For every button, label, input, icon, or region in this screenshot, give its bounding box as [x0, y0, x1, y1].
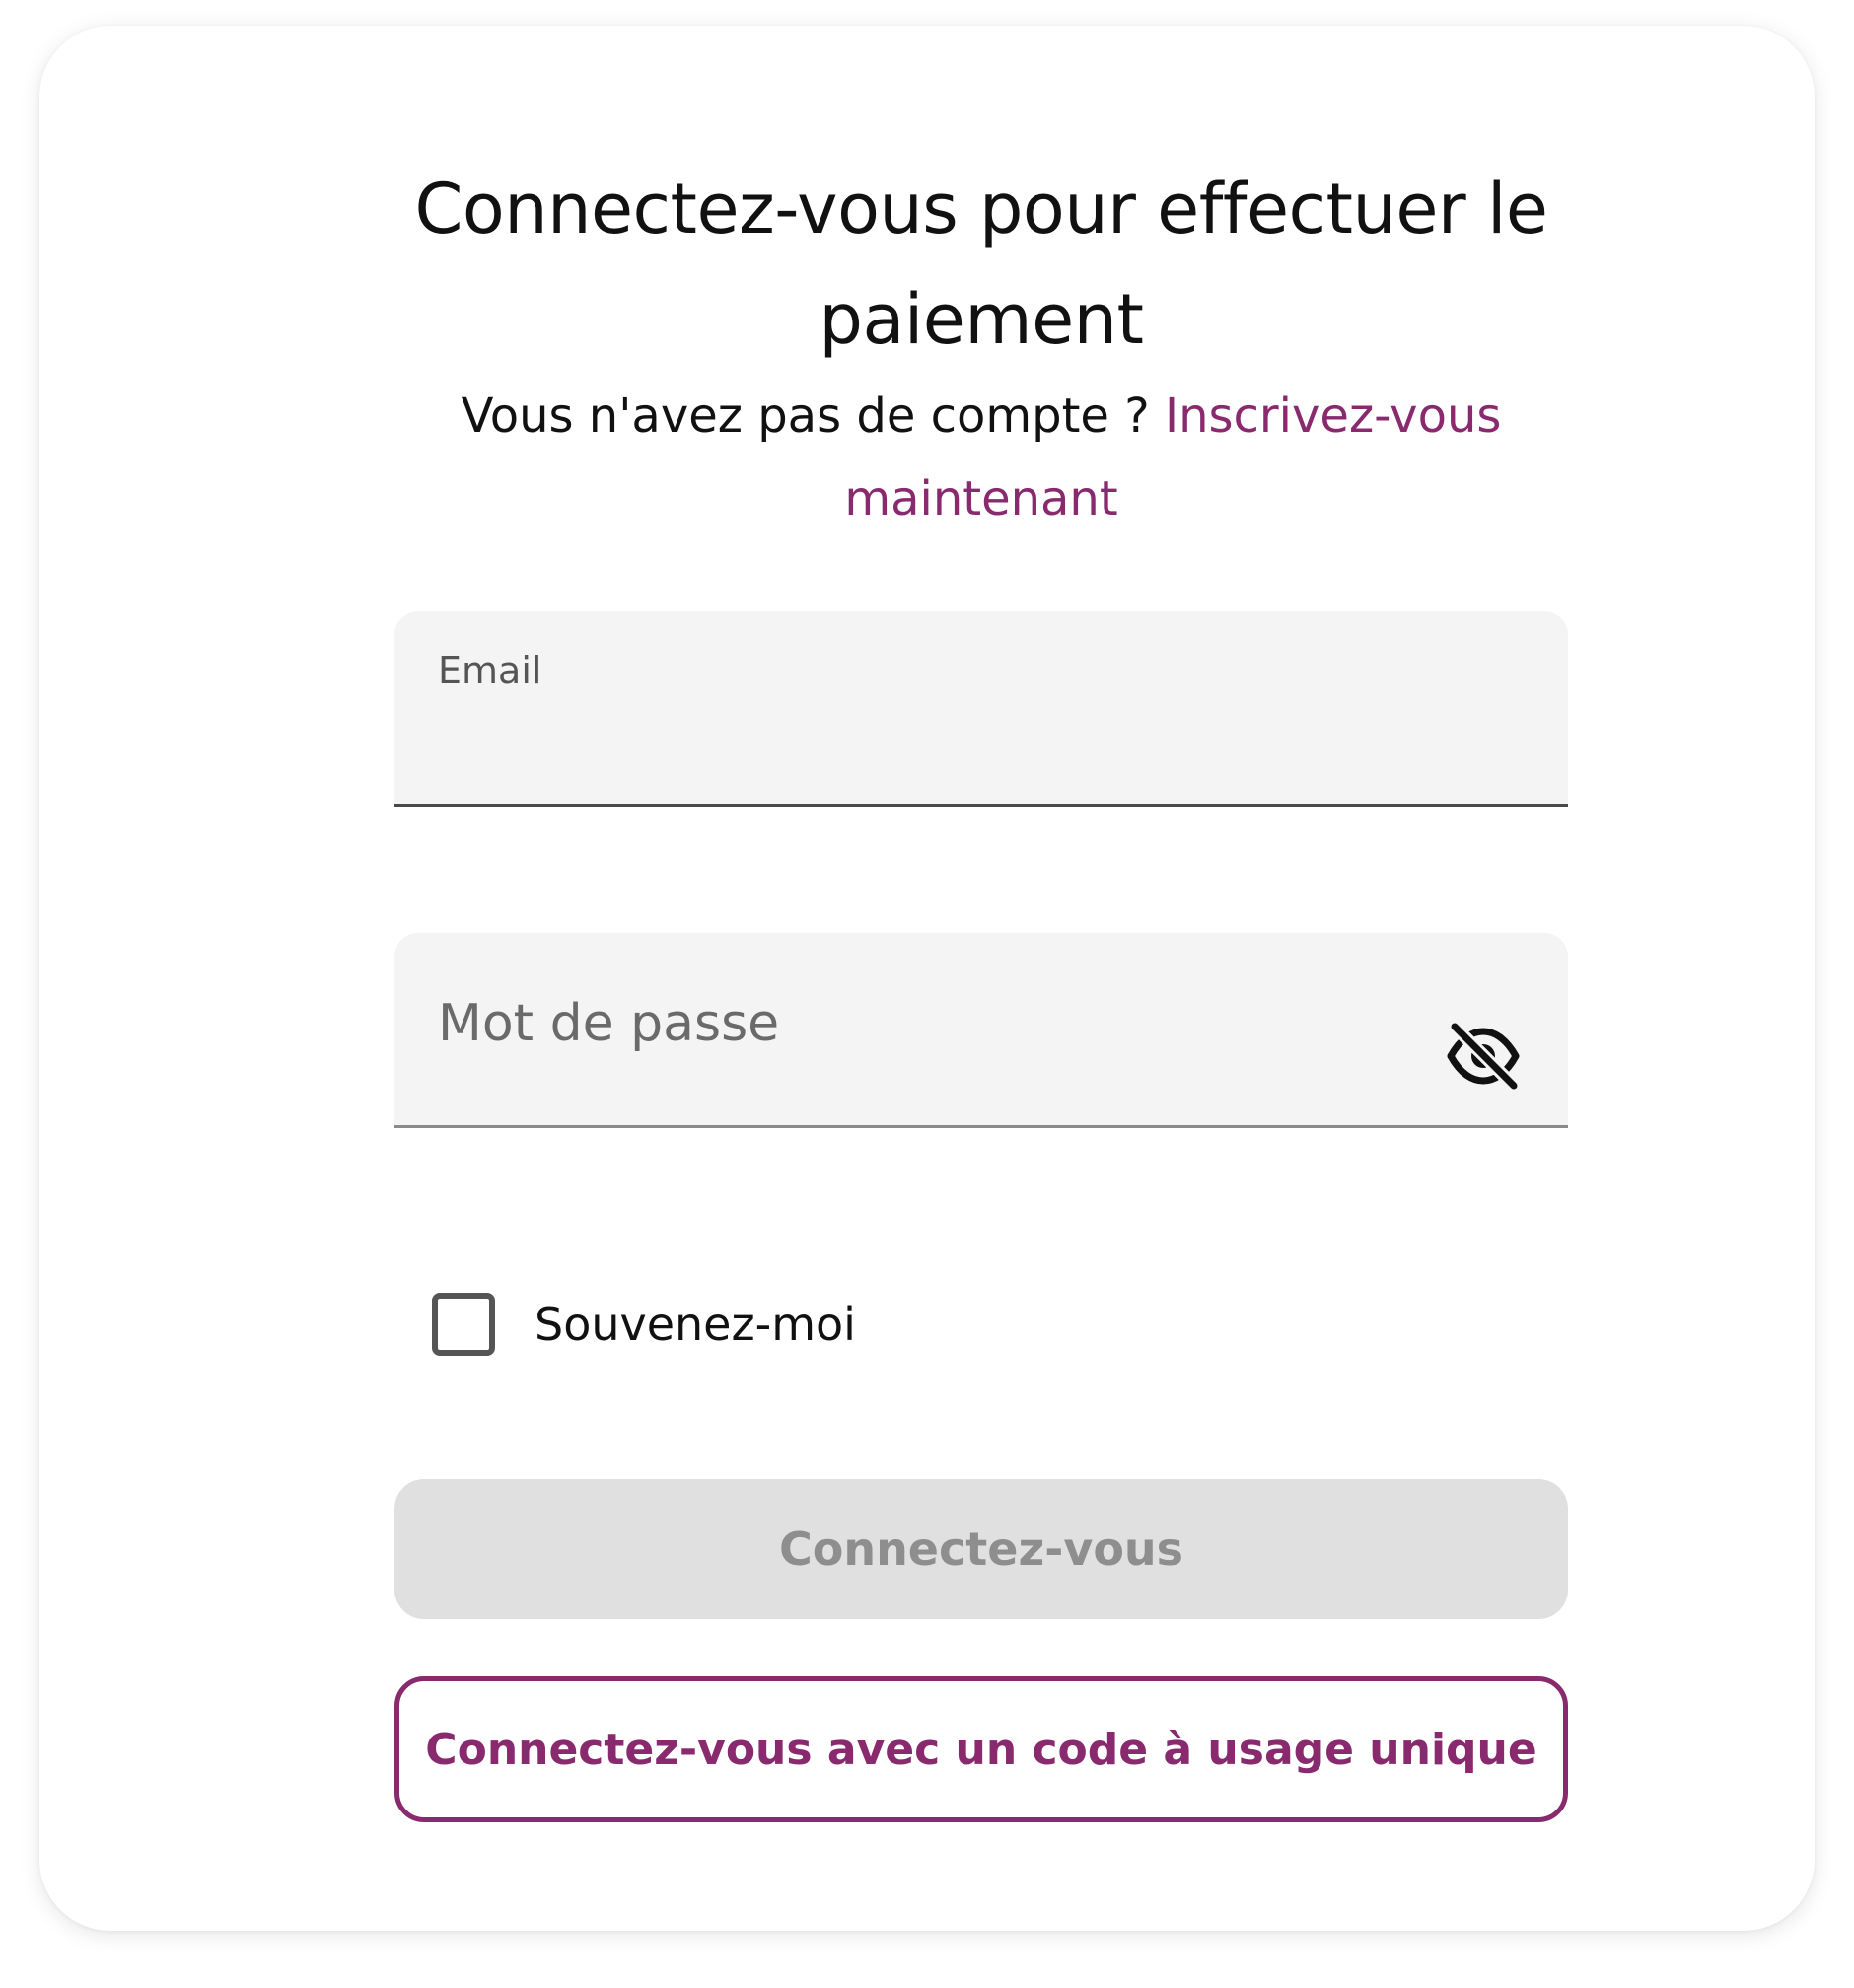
password-field[interactable]: Mot de passe [394, 933, 1568, 1128]
email-field[interactable]: Email [394, 611, 1568, 807]
remember-me-checkbox[interactable] [432, 1293, 495, 1356]
page-title: Connectez-vous pour effectuer le paiemen… [414, 169, 1548, 360]
email-input[interactable] [394, 611, 1568, 804]
show-password-button[interactable] [1442, 1016, 1525, 1099]
signup-prompt-text: Vous n'avez pas de compte ? [461, 389, 1150, 444]
remember-me[interactable]: Souvenez-moi [432, 1292, 856, 1357]
one-time-code-button[interactable]: Connectez-vous avec un code à usage uniq… [394, 1676, 1568, 1822]
login-card: Connectez-vous pour effectuer le paiemen… [39, 26, 1815, 1931]
remember-me-label[interactable]: Souvenez-moi [535, 1298, 856, 1351]
password-input[interactable] [394, 933, 1568, 1125]
page: Connectez-vous pour effectuer le paiemen… [0, 0, 1854, 1988]
signup-prompt: Vous n'avez pas de compte ? Inscrivez-vo… [444, 375, 1519, 540]
eye-off-icon [1445, 1020, 1522, 1094]
login-button[interactable]: Connectez-vous [394, 1479, 1568, 1619]
